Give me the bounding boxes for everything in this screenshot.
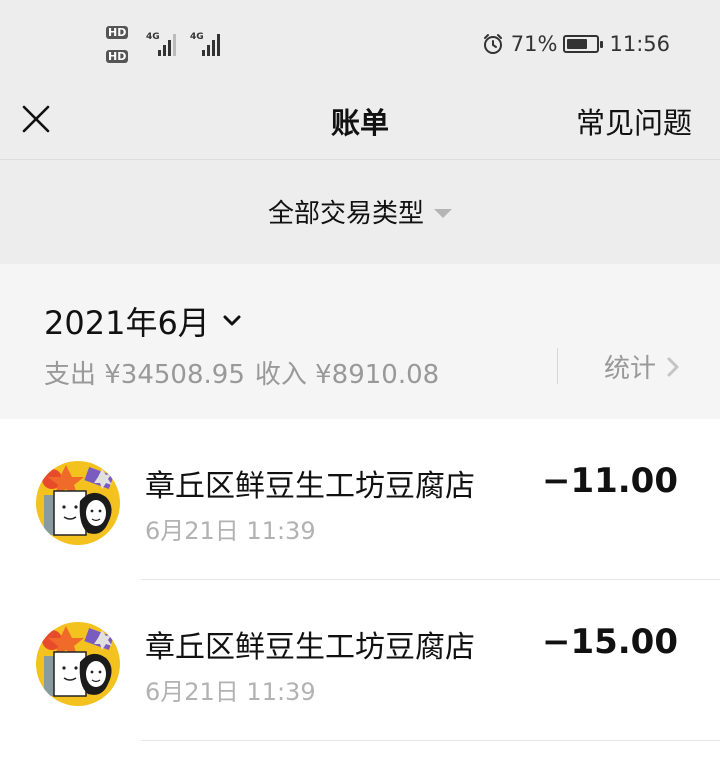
month-totals: 支出 ¥34508.95 收入 ¥8910.08: [44, 354, 439, 391]
merchant-name: 章丘区鲜豆生工坊豆腐店: [145, 469, 475, 504]
statistics-label: 统计: [604, 354, 657, 384]
signal-icon-2: [202, 30, 220, 56]
expense-total: 支出 ¥34508.95: [44, 360, 245, 390]
status-right: 71% 11:56: [481, 32, 670, 56]
transaction-time: 6月21日 11:39: [145, 678, 316, 706]
filter-bar: 全部交易类型: [0, 161, 720, 264]
battery-fill: [567, 39, 588, 49]
status-bar: HD HD 4G 4G 71% 11:56: [0, 0, 720, 90]
signal-block: HD HD 4G 4G: [106, 26, 236, 68]
chevron-right-icon: [667, 357, 679, 376]
merchant-avatar: [36, 461, 120, 545]
triangle-down-icon: [434, 209, 452, 218]
month-label: 2021年6月: [44, 304, 210, 342]
alarm-icon: [483, 34, 502, 54]
statistics-link[interactable]: 统计: [604, 348, 680, 385]
navbar: 账单 常见问题: [0, 90, 720, 160]
transaction-time: 6月21日 11:39: [145, 517, 316, 545]
cartoon-avatar-icon: [36, 461, 120, 545]
transaction-row[interactable]: 章丘区鲜豆生工坊豆腐店 6月21日 11:39 −15.00: [0, 580, 720, 741]
battery-icon: [563, 35, 604, 53]
filter-label: 全部交易类型: [267, 199, 424, 229]
transaction-list: 章丘区鲜豆生工坊豆腐店 6月21日 11:39 −11.00 章丘区鲜豆生工坊豆…: [0, 419, 720, 773]
transaction-row[interactable]: 章丘区鲜豆生工坊豆腐店 6月21日 11:39 −11.00: [0, 419, 720, 580]
transaction-amount: −15.00: [541, 622, 678, 662]
battery-percent: 71%: [510, 32, 558, 56]
chevron-down-icon: [223, 315, 241, 326]
transaction-amount: −11.00: [541, 461, 678, 501]
income-total: 收入 ¥8910.08: [254, 360, 440, 390]
close-icon[interactable]: [18, 101, 54, 137]
hd-badge-2: HD: [106, 50, 129, 63]
signal-icon: [158, 30, 176, 56]
divider: [557, 348, 558, 384]
merchant-name: 章丘区鲜豆生工坊豆腐店: [145, 630, 475, 665]
faq-button[interactable]: 常见问题: [576, 100, 692, 142]
cartoon-avatar-icon: [36, 622, 120, 706]
row-divider: [141, 740, 720, 741]
month-summary: 2021年6月 支出 ¥34508.95 收入 ¥8910.08 统计: [0, 264, 720, 419]
hd-badge-1: HD: [106, 26, 129, 39]
clock: 11:56: [609, 32, 670, 56]
transaction-type-filter[interactable]: 全部交易类型: [0, 193, 720, 230]
month-selector[interactable]: 2021年6月: [44, 298, 244, 344]
merchant-avatar: [36, 622, 120, 706]
